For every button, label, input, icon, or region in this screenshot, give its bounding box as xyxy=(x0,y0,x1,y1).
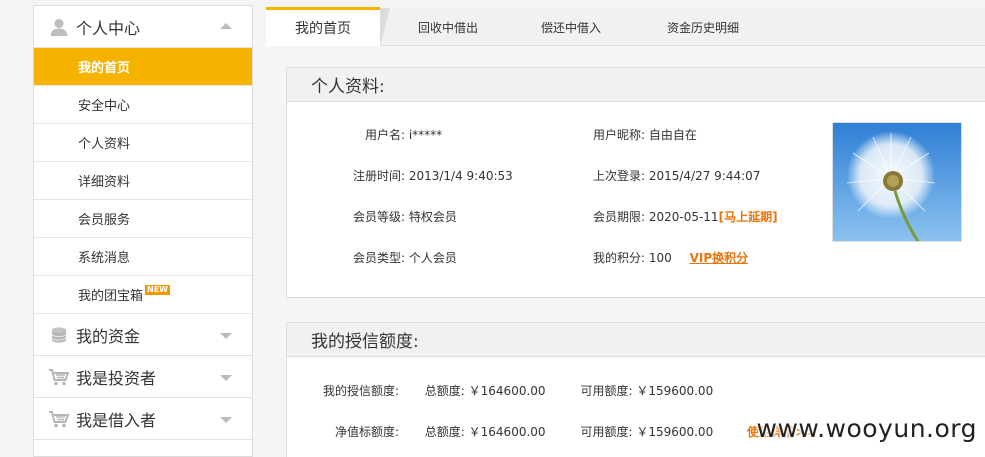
points-label: 我的积分: xyxy=(592,251,645,265)
tab-fund-history[interactable]: 资金历史明细 xyxy=(638,8,768,46)
level-label: 会员等级: xyxy=(352,210,405,224)
sidebar-item-treasure-box[interactable]: 我的团宝箱 NEW xyxy=(34,276,252,314)
sidebar-item-security[interactable]: 安全中心 xyxy=(34,86,252,124)
total-value: ￥164600.00 xyxy=(468,425,546,439)
sidebar-section-title: 个人中心 xyxy=(76,18,141,38)
type-label: 会员类型: xyxy=(352,251,405,265)
points-row: 我的积分: 100 VIP换积分 xyxy=(567,249,748,266)
nickname-label: 用户昵称: xyxy=(592,128,645,142)
total-label: 总额度: xyxy=(424,384,465,398)
username-value: i***** xyxy=(408,128,443,142)
last-login-row: 上次登录: 2015/4/27 9:44:07 xyxy=(567,167,760,184)
type-row: 会员类型: 个人会员 xyxy=(327,249,457,266)
new-badge: NEW xyxy=(145,284,170,295)
sidebar-item-profile[interactable]: 个人资料 xyxy=(34,124,252,162)
credit-row-label: 净值标额度: xyxy=(334,425,399,439)
username-label: 用户名: xyxy=(364,128,405,142)
register-label: 注册时间: xyxy=(352,169,405,183)
nickname-value: 自由自在 xyxy=(648,128,697,142)
last-login-value: 2015/4/27 9:44:07 xyxy=(648,169,761,183)
credit-row-label: 我的授信额度: xyxy=(322,384,399,398)
vip-exchange-link[interactable]: VIP换积分 xyxy=(690,251,749,265)
sidebar: 个人中心 我的首页 安全中心 个人资料 详细资料 会员服务 系统消息 我的团宝箱… xyxy=(33,5,253,457)
sidebar-section-investor[interactable]: 我是投资者 xyxy=(34,356,252,398)
sidebar-item-details[interactable]: 详细资料 xyxy=(34,162,252,200)
total-label: 总额度: xyxy=(424,425,465,439)
coins-icon xyxy=(48,324,70,346)
sidebar-section-title: 我是投资者 xyxy=(76,368,157,388)
chevron-down-icon xyxy=(220,374,232,381)
sidebar-section-title: 我的资金 xyxy=(76,326,141,346)
sidebar-item-home[interactable]: 我的首页 xyxy=(34,48,252,86)
available-value: ￥159600.00 xyxy=(636,384,714,398)
sidebar-item-label: 我的团宝箱 xyxy=(78,289,144,304)
sidebar-item-messages[interactable]: 系统消息 xyxy=(34,238,252,276)
register-value: 2013/1/4 9:40:53 xyxy=(408,169,513,183)
tab-lending-recovering[interactable]: 回收中借出 xyxy=(390,8,506,46)
cart-icon xyxy=(48,366,70,388)
credit-row: 净值标额度: 总额度: ￥164600.00 可用额度: ￥159600.00 … xyxy=(307,423,815,440)
available-label: 可用额度: xyxy=(580,384,633,398)
sidebar-section-funds[interactable]: 我的资金 xyxy=(34,314,252,356)
tab-borrowing-repaying[interactable]: 偿还中借入 xyxy=(512,8,630,46)
available-value: ￥159600.00 xyxy=(636,425,714,439)
tab-bar: 我的首页 回收中借出 偿还中借入 资金历史明细 xyxy=(266,7,985,46)
tab-fold-corner xyxy=(380,8,390,46)
profile-panel: 个人资料: 用户名: i***** 用户昵称: 自由自在 注册时间: 2013/… xyxy=(286,67,985,298)
level-row: 会员等级: 特权会员 xyxy=(327,208,457,225)
profile-heading: 个人资料: xyxy=(287,68,985,102)
credit-row: 我的授信额度: 总额度: ￥164600.00 可用额度: ￥159600.00 xyxy=(307,382,713,399)
register-row: 注册时间: 2013/1/4 9:40:53 xyxy=(327,167,513,184)
sidebar-section-personal[interactable]: 个人中心 xyxy=(34,6,252,48)
sidebar-item-membership[interactable]: 会员服务 xyxy=(34,200,252,238)
avatar[interactable] xyxy=(832,122,962,242)
last-login-label: 上次登录: xyxy=(592,169,645,183)
chevron-up-icon xyxy=(220,22,232,29)
expire-value: 2020-05-11 xyxy=(648,210,719,224)
tab-my-home[interactable]: 我的首页 xyxy=(266,7,380,46)
level-value: 特权会员 xyxy=(408,210,457,224)
extend-membership-link[interactable]: [马上延期] xyxy=(719,210,778,224)
username-row: 用户名: i***** xyxy=(327,126,442,143)
nickname-row: 用户昵称: 自由自在 xyxy=(567,126,697,143)
points-value: 100 xyxy=(648,251,672,265)
user-icon xyxy=(48,16,70,38)
type-value: 个人会员 xyxy=(408,251,457,265)
dandelion-photo xyxy=(833,123,961,241)
expire-label: 会员期限: xyxy=(592,210,645,224)
available-label: 可用额度: xyxy=(580,425,633,439)
chevron-down-icon xyxy=(220,332,232,339)
page: 个人中心 我的首页 安全中心 个人资料 详细资料 会员服务 系统消息 我的团宝箱… xyxy=(0,0,985,457)
sidebar-section-title: 我是借入者 xyxy=(76,410,157,430)
expire-row: 会员期限: 2020-05-11[马上延期] xyxy=(567,208,778,225)
sidebar-section-borrower[interactable]: 我是借入者 xyxy=(34,398,252,440)
watermark: www.wooyun.org xyxy=(756,414,977,443)
credit-heading: 我的授信额度: xyxy=(287,323,985,357)
cart-icon xyxy=(48,408,70,430)
total-value: ￥164600.00 xyxy=(468,384,546,398)
chevron-down-icon xyxy=(220,416,232,423)
